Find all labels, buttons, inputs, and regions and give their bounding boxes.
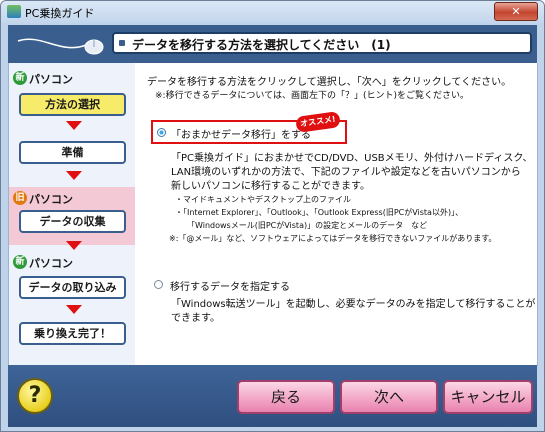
old-badge-icon: 旧 <box>13 191 27 205</box>
instruction-text: データを移行する方法をクリックして選択し、「次へ」をクリックしてください。 <box>147 77 512 88</box>
option-auto-migrate-radio[interactable] <box>157 128 166 137</box>
step-select-method: 方法の選択 <box>19 93 126 116</box>
page-title: データを移行する方法を選択してください (1) <box>132 38 391 52</box>
old-pc-heading: 旧 パソコン <box>13 191 133 207</box>
option-auto-bullet-3: 「Windowsメール(旧PCがVista)」の設定とメールのデータ など <box>187 221 428 230</box>
old-pc-label: パソコン <box>29 193 73 206</box>
new-badge-icon: 新 <box>13 71 27 85</box>
main-content: データを移行する方法をクリックして選択し、「次へ」をクリックしてください。 ※:… <box>135 63 538 366</box>
new-pc-label: パソコン <box>29 73 73 86</box>
option-specify-radio[interactable] <box>154 280 163 289</box>
option-specify-desc-2: できます。 <box>171 313 220 324</box>
recommended-badge: オススメ! <box>295 111 341 133</box>
step-import-data: データの取り込み <box>19 276 126 299</box>
option-auto-note: ※:「@メール」など、ソフトウェアによってはデータを移行できないファイルがありま… <box>169 234 497 243</box>
step-sidebar: 新 パソコン 方法の選択 準備 旧 パソコン データの収集 新 パソコン データ… <box>8 63 136 366</box>
instruction-note: ※:移行できるデータについては、画面左下の「？」(ヒント)をご覧ください。 <box>155 91 469 101</box>
title-marker-icon <box>119 40 125 46</box>
step-arrow-icon <box>66 121 82 130</box>
new-pc-heading: 新 パソコン <box>13 71 133 87</box>
option-auto-desc-2: LAN環境のいずれかの方法で、下記のファイルや設定などを古いパソコンから <box>171 167 521 178</box>
cancel-button[interactable]: キャンセル <box>443 380 533 414</box>
header-band: データを移行する方法を選択してください (1) <box>8 25 537 63</box>
option-specify-desc-1: 「Windows転送ツール」を起動し、必要なデータのみを指定して移行することが <box>171 299 536 310</box>
title-bar: PC乗換ガイド ✕ <box>1 1 544 23</box>
step-complete: 乗り換え完了！ <box>19 322 126 345</box>
step-prepare: 準備 <box>19 141 126 164</box>
new-pc-heading-2: 新 パソコン <box>13 255 133 271</box>
option-auto-bullet-1: ・マイドキュメントやデスクトップ上のファイル <box>175 195 351 204</box>
next-button[interactable]: 次へ <box>340 380 438 414</box>
page-title-box: データを移行する方法を選択してください (1) <box>112 32 532 54</box>
option-auto-migrate-label[interactable]: 「おまかせデータ移行」をする <box>171 126 311 141</box>
step-collect-data: データの収集 <box>19 210 126 233</box>
option-auto-migrate[interactable]: 「おまかせデータ移行」をする オススメ! <box>151 111 347 144</box>
help-button[interactable]: ? <box>17 378 53 414</box>
option-auto-bullet-2: ・「Internet Explorer」、「Outlook」、「Outlook … <box>175 208 464 217</box>
option-auto-desc-3: 新しいパソコンに移行することができます。 <box>171 181 370 192</box>
step-arrow-icon <box>66 241 82 250</box>
app-window: PC乗換ガイド ✕ データを移行する方法を選択してください (1) 新 パソコン… <box>0 0 545 432</box>
new-pc-label-2: パソコン <box>29 257 73 270</box>
new-badge-icon: 新 <box>13 255 27 269</box>
step-arrow-icon <box>66 305 82 314</box>
window-title: PC乗換ガイド <box>25 7 95 20</box>
footer-bar: ? 戻る 次へ キャンセル <box>8 365 537 427</box>
mouse-icon <box>17 38 104 55</box>
step-arrow-icon <box>66 171 82 180</box>
option-auto-desc-1: 「PC乗換ガイド」におまかせでCD/DVD、USBメモリ、外付けハードディスク、 <box>171 153 533 164</box>
back-button[interactable]: 戻る <box>237 380 335 414</box>
close-button[interactable]: ✕ <box>494 2 538 21</box>
app-icon <box>7 5 21 18</box>
option-specify-label[interactable]: 移行するデータを指定する <box>170 278 290 293</box>
